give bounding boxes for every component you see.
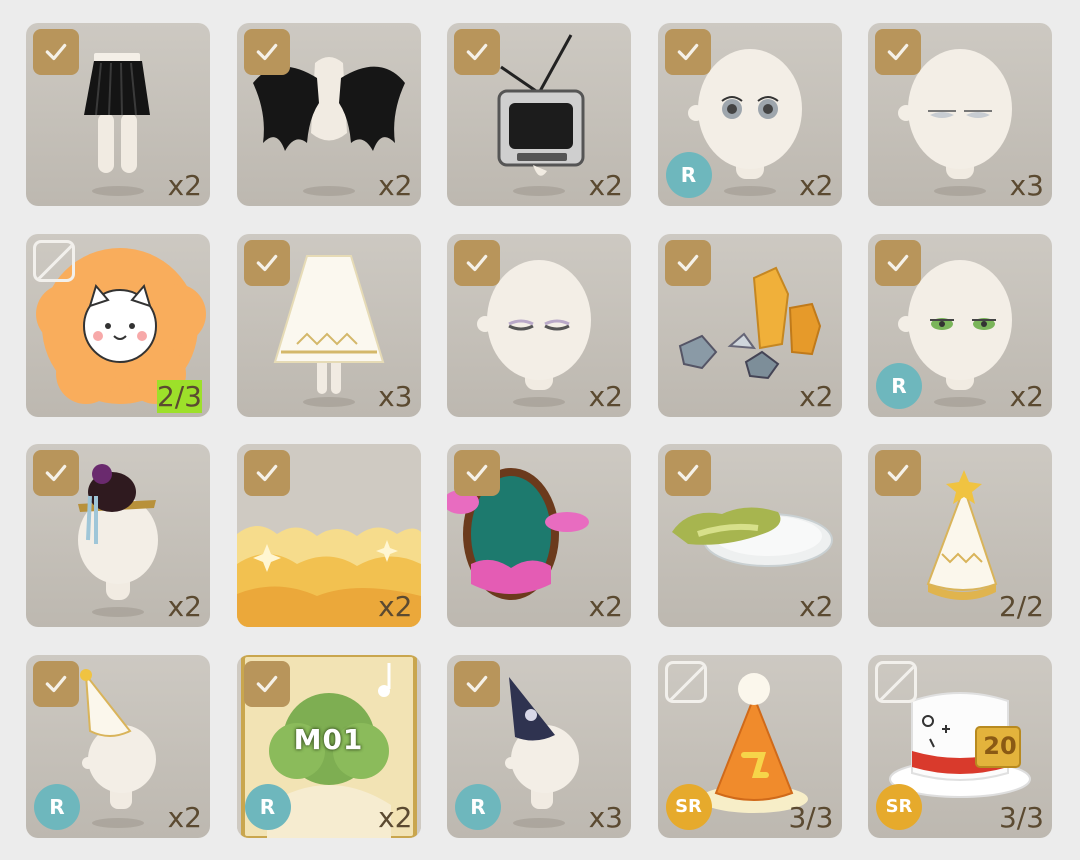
item-count: x2: [588, 379, 623, 413]
card-label: M01: [293, 722, 364, 756]
item-tile-black-pleated-skirt[interactable]: x2: [26, 23, 210, 206]
checkmark-icon: [454, 29, 500, 75]
checkmark-icon: [875, 239, 921, 286]
slashed-square-icon: [664, 660, 707, 703]
item-count: 3/3: [788, 800, 834, 834]
item-count: x2: [588, 169, 623, 202]
item-tile-sleepy-face[interactable]: x3: [868, 23, 1052, 206]
checkmark-icon: [454, 450, 500, 496]
item-tile-big-eyes-face[interactable]: R x2: [657, 23, 842, 206]
rarity-badge: R: [34, 783, 80, 830]
item-tile-white-top-hat[interactable]: 20 SR 3/3: [868, 654, 1052, 838]
slashed-square-icon: [875, 660, 917, 703]
item-count: x2: [167, 169, 202, 202]
item-tile-orange-cake-hat[interactable]: SR 3/3: [657, 654, 842, 838]
checkmark-icon: [243, 660, 290, 707]
item-tile-gold-party-hat-head[interactable]: R x2: [26, 654, 210, 838]
item-count: x3: [1009, 169, 1044, 202]
item-count: x2: [799, 169, 834, 202]
item-count: x2: [799, 379, 834, 413]
item-count: x2: [588, 590, 623, 623]
checkmark-icon: [243, 29, 290, 75]
item-tile-dark-flower-hat[interactable]: x2: [26, 444, 210, 627]
checkmark-icon: [243, 450, 290, 496]
checkmark-icon: [875, 450, 921, 496]
hat-label: 20: [983, 731, 1017, 760]
item-count: x2: [167, 590, 202, 623]
item-count: x2: [167, 800, 202, 834]
item-count: x3: [588, 800, 623, 834]
checkmark-icon: [664, 450, 711, 496]
checkmark-icon: [33, 660, 79, 707]
item-count: 2/2: [998, 590, 1044, 623]
rarity-badge: R: [876, 362, 922, 409]
item-count: x2: [378, 590, 413, 623]
item-count: 2/3: [156, 379, 202, 413]
item-count: x2: [378, 169, 413, 202]
item-count: x2: [378, 800, 413, 834]
checkmark-icon: [33, 450, 79, 496]
slashed-square-icon: [33, 239, 75, 282]
item-tile-gems-crystals[interactable]: x2: [657, 233, 842, 417]
item-tile-moon-mirror[interactable]: x2: [447, 444, 631, 627]
item-tile-m01-music-card[interactable]: M01 R x2: [236, 654, 421, 838]
checkmark-icon: [664, 29, 711, 75]
rarity-badge: SR: [665, 783, 712, 830]
checkmark-icon: [875, 29, 921, 75]
item-count: x2: [799, 590, 834, 623]
item-tile-salad-plate[interactable]: x2: [657, 444, 842, 627]
item-count: x2: [1009, 379, 1044, 413]
item-tile-golden-cloud-background[interactable]: x2: [236, 444, 421, 627]
checkmark-icon: [664, 239, 711, 286]
item-tile-retro-tv[interactable]: x2: [447, 23, 631, 206]
item-grid: x2 x2 x2 R x2 x3 2/3 x3 x2 x2 R x2 x2 x2…: [26, 23, 1052, 838]
item-tile-cat-sun-sticker[interactable]: 2/3: [26, 233, 210, 417]
checkmark-icon: [454, 239, 500, 286]
item-tile-white-gold-cape[interactable]: x3: [236, 233, 421, 417]
checkmark-icon: [454, 660, 500, 707]
checkmark-icon: [33, 29, 79, 75]
rarity-badge: R: [244, 783, 291, 830]
checkmark-icon: [243, 239, 290, 286]
item-tile-green-eyes-face[interactable]: R x2: [868, 233, 1052, 417]
rarity-badge: R: [665, 152, 712, 198]
item-count: x3: [378, 379, 413, 413]
rarity-badge: R: [455, 783, 501, 830]
item-tile-navy-wizard-hat[interactable]: R x3: [447, 654, 631, 838]
item-tile-closed-eyes-face[interactable]: x2: [447, 233, 631, 417]
item-count: 3/3: [998, 800, 1044, 834]
item-tile-white-party-hat[interactable]: 2/2: [868, 444, 1052, 627]
rarity-badge: SR: [876, 783, 922, 830]
item-tile-black-wings[interactable]: x2: [236, 23, 421, 206]
